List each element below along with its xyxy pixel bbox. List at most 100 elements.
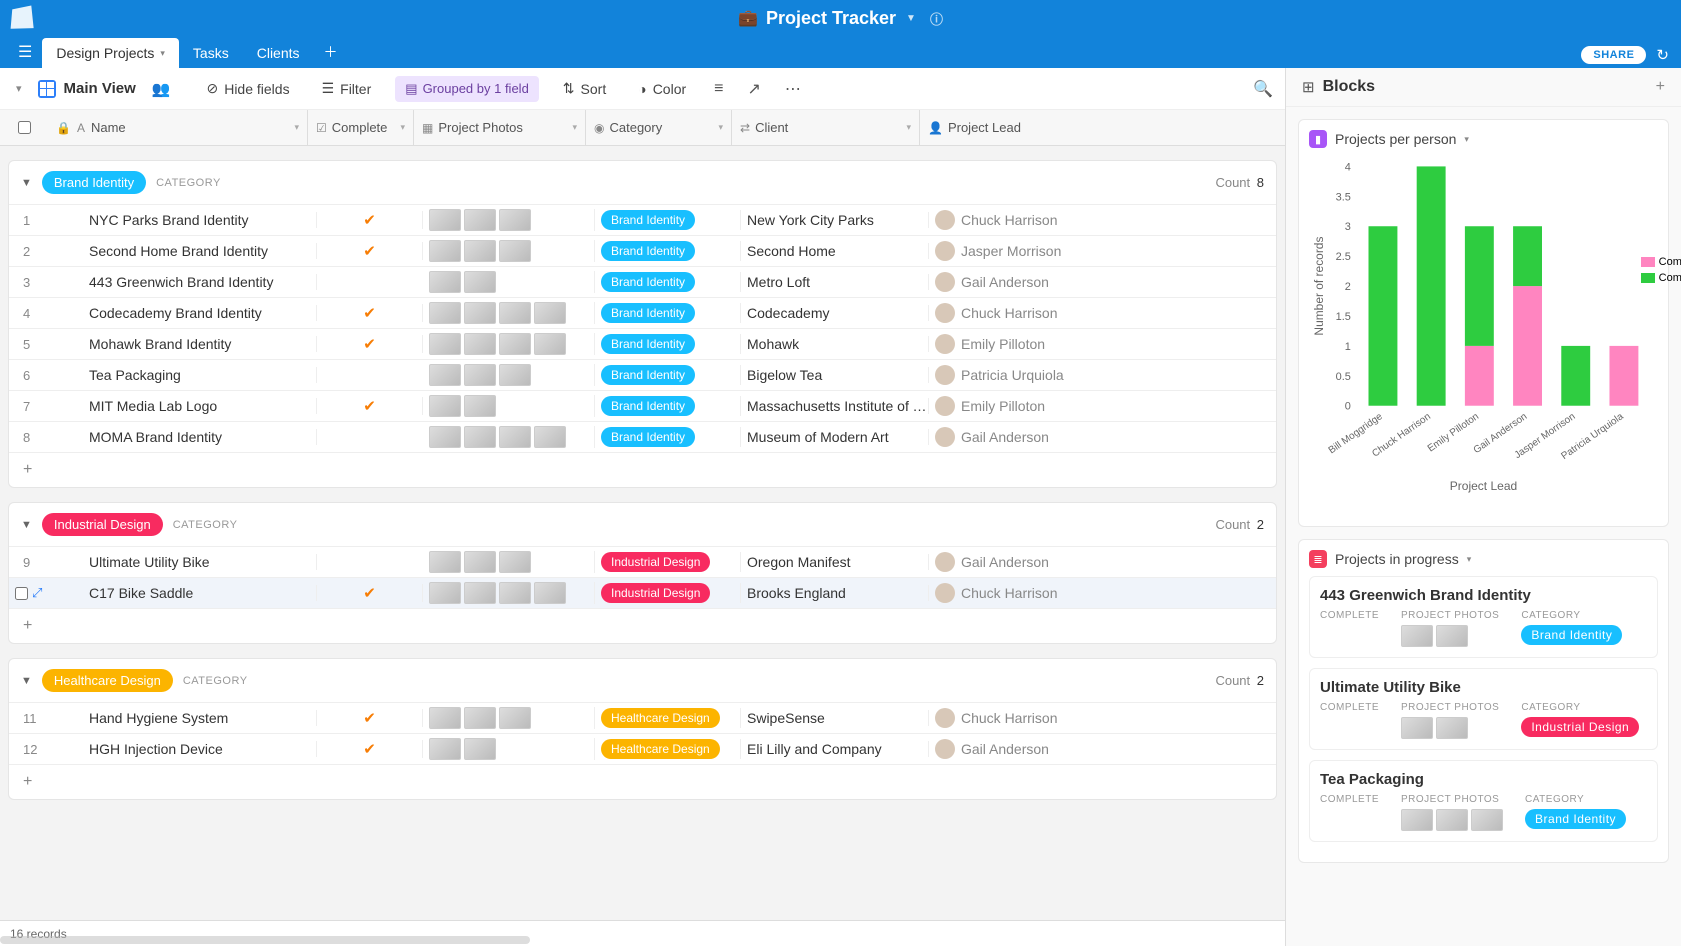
cell-category[interactable]: Brand Identity: [595, 303, 741, 323]
photo-thumb[interactable]: [464, 209, 496, 231]
cell-lead[interactable]: Chuck Harrison: [929, 210, 1069, 230]
select-all-checkbox[interactable]: [18, 121, 31, 134]
cell-name[interactable]: Codecademy Brand Identity: [57, 305, 317, 321]
header-client[interactable]: ⇄ Client ▾: [732, 110, 920, 145]
cell-client[interactable]: Second Home: [741, 243, 929, 259]
table-row[interactable]: 5 Mohawk Brand Identity ✔ Brand Identity…: [9, 328, 1276, 359]
photo-thumb[interactable]: [429, 426, 461, 448]
cell-category[interactable]: Brand Identity: [595, 427, 741, 447]
photo-thumb[interactable]: [1401, 625, 1433, 647]
header-lead[interactable]: 👤 Project Lead: [920, 110, 1060, 145]
progress-card[interactable]: 443 Greenwich Brand Identity COMPLETE PR…: [1309, 576, 1658, 658]
cell-lead[interactable]: Gail Anderson: [929, 739, 1069, 759]
header-photos[interactable]: ▦ Project Photos ▾: [414, 110, 586, 145]
workspace-title[interactable]: 💼 Project Tracker ▼ ⓘ: [738, 8, 943, 29]
cell-lead[interactable]: Patricia Urquiola: [929, 365, 1069, 385]
cell-name[interactable]: MIT Media Lab Logo: [57, 398, 317, 414]
cell-lead[interactable]: Chuck Harrison: [929, 583, 1069, 603]
cell-name[interactable]: Hand Hygiene System: [57, 710, 317, 726]
header-name[interactable]: 🔒 A Name ▾: [48, 110, 308, 145]
block-title-row[interactable]: ≣ Projects in progress ▾: [1309, 550, 1658, 568]
views-menu-caret[interactable]: ▾: [16, 82, 22, 95]
cell-name[interactable]: NYC Parks Brand Identity: [57, 212, 317, 228]
photo-thumb[interactable]: [464, 738, 496, 760]
photo-thumb[interactable]: [464, 364, 496, 386]
cell-category[interactable]: Brand Identity: [595, 241, 741, 261]
cell-lead[interactable]: Gail Anderson: [929, 272, 1069, 292]
table-row[interactable]: 3 443 Greenwich Brand Identity Brand Ide…: [9, 266, 1276, 297]
cell-category[interactable]: Brand Identity: [595, 272, 741, 292]
photo-thumb[interactable]: [1436, 717, 1468, 739]
cell-client[interactable]: Oregon Manifest: [741, 554, 929, 570]
photo-thumb[interactable]: [499, 426, 531, 448]
cell-photos[interactable]: [423, 271, 595, 293]
search-icon[interactable]: 🔍: [1253, 81, 1273, 98]
cell-client[interactable]: Bigelow Tea: [741, 367, 929, 383]
view-switcher[interactable]: Main View: [38, 80, 136, 98]
table-row[interactable]: 6 Tea Packaging Brand Identity Bigelow T…: [9, 359, 1276, 390]
cell-complete[interactable]: ✔: [317, 397, 423, 415]
table-row[interactable]: 1 NYC Parks Brand Identity ✔ Brand Ident…: [9, 204, 1276, 235]
photo-thumb[interactable]: [499, 582, 531, 604]
photo-thumb[interactable]: [499, 209, 531, 231]
photo-thumb[interactable]: [464, 707, 496, 729]
photo-thumb[interactable]: [464, 582, 496, 604]
share-button[interactable]: SHARE: [1581, 46, 1646, 64]
table-row[interactable]: 12 HGH Injection Device ✔ Healthcare Des…: [9, 733, 1276, 764]
cell-client[interactable]: Massachusetts Institute of Tech: [741, 398, 929, 414]
cell-photos[interactable]: [423, 582, 595, 604]
cell-category[interactable]: Industrial Design: [595, 552, 741, 572]
cell-lead[interactable]: Emily Pilloton: [929, 334, 1069, 354]
photo-thumb[interactable]: [1436, 625, 1468, 647]
add-row-button[interactable]: +: [9, 452, 1276, 487]
cell-complete[interactable]: ✔: [317, 211, 423, 229]
photo-thumb[interactable]: [429, 240, 461, 262]
header-category[interactable]: ◉ Category ▾: [586, 110, 732, 145]
more-button[interactable]: ⋯: [781, 75, 805, 103]
cell-name[interactable]: Tea Packaging: [57, 367, 317, 383]
cell-name[interactable]: C17 Bike Saddle: [57, 585, 317, 601]
cell-lead[interactable]: Chuck Harrison: [929, 708, 1069, 728]
photo-thumb[interactable]: [464, 551, 496, 573]
cell-photos[interactable]: [423, 707, 595, 729]
table-row[interactable]: 4 Codecademy Brand Identity ✔ Brand Iden…: [9, 297, 1276, 328]
cell-name[interactable]: MOMA Brand Identity: [57, 429, 317, 445]
cell-complete[interactable]: ✔: [317, 335, 423, 353]
tab-clients[interactable]: Clients: [243, 38, 314, 68]
photo-thumb[interactable]: [429, 738, 461, 760]
photo-thumb[interactable]: [1401, 809, 1433, 831]
caret-down-icon[interactable]: ▾: [572, 122, 577, 133]
filter-button[interactable]: ☰ Filter: [314, 76, 380, 101]
cell-lead[interactable]: Gail Anderson: [929, 427, 1069, 447]
cell-name[interactable]: HGH Injection Device: [57, 741, 317, 757]
cell-client[interactable]: Codecademy: [741, 305, 929, 321]
photo-thumb[interactable]: [499, 240, 531, 262]
photo-thumb[interactable]: [464, 240, 496, 262]
horizontal-scrollbar[interactable]: [0, 936, 530, 944]
cell-client[interactable]: Metro Loft: [741, 274, 929, 290]
table-row[interactable]: 7 MIT Media Lab Logo ✔ Brand Identity Ma…: [9, 390, 1276, 421]
photo-thumb[interactable]: [534, 426, 566, 448]
photo-thumb[interactable]: [464, 302, 496, 324]
row-height-button[interactable]: ≡: [710, 76, 727, 102]
photo-thumb[interactable]: [429, 395, 461, 417]
cell-photos[interactable]: [423, 240, 595, 262]
sort-button[interactable]: ⇅ Sort: [555, 76, 614, 101]
share-view-button[interactable]: ↗: [744, 75, 765, 103]
cell-client[interactable]: New York City Parks: [741, 212, 929, 228]
cell-client[interactable]: SwipeSense: [741, 710, 929, 726]
cell-name[interactable]: Second Home Brand Identity: [57, 243, 317, 259]
cell-category[interactable]: Brand Identity: [595, 210, 741, 230]
cell-name[interactable]: 443 Greenwich Brand Identity: [57, 274, 317, 290]
cell-category[interactable]: Healthcare Design: [595, 739, 741, 759]
cell-category[interactable]: Brand Identity: [595, 334, 741, 354]
table-row[interactable]: 2 Second Home Brand Identity ✔ Brand Ide…: [9, 235, 1276, 266]
cell-client[interactable]: Museum of Modern Art: [741, 429, 929, 445]
photo-thumb[interactable]: [429, 364, 461, 386]
cell-photos[interactable]: [423, 551, 595, 573]
photo-thumb[interactable]: [429, 302, 461, 324]
group-button[interactable]: ▤ Grouped by 1 field: [395, 76, 539, 102]
cell-photos[interactable]: [423, 426, 595, 448]
cell-photos[interactable]: [423, 333, 595, 355]
cell-category[interactable]: Brand Identity: [595, 365, 741, 385]
